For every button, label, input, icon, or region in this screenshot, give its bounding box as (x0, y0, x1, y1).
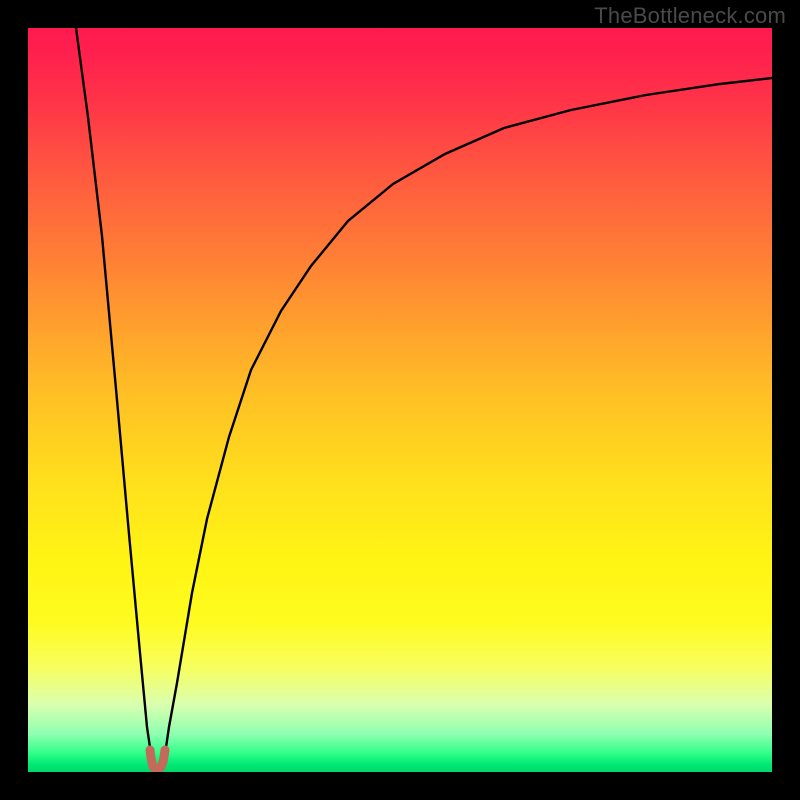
left-branch-curve (76, 28, 152, 761)
chart-frame: TheBottleneck.com (0, 0, 800, 800)
watermark-text: TheBottleneck.com (594, 3, 786, 29)
chart-curves (28, 28, 772, 772)
plot-area (28, 28, 772, 772)
right-branch-curve (164, 78, 772, 761)
valley-marker (150, 750, 165, 769)
